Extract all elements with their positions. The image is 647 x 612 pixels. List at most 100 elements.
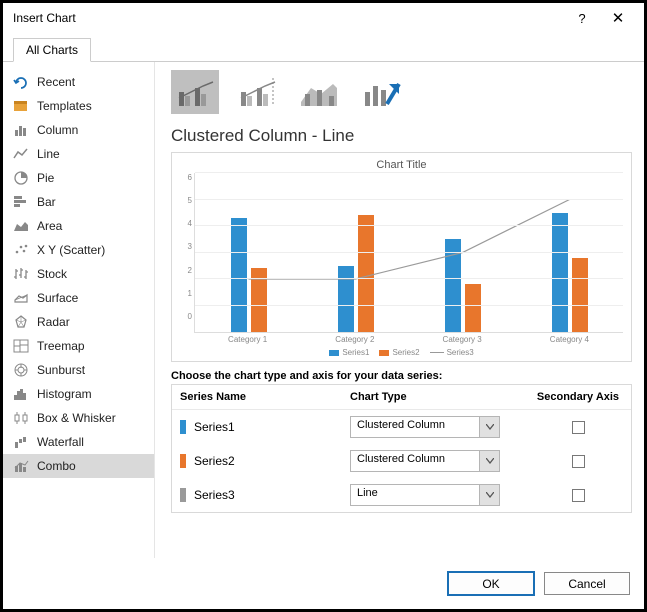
subtype-clustered-column-line-secondary[interactable] bbox=[233, 70, 281, 114]
chevron-down-icon bbox=[479, 485, 499, 505]
area-chart-icon bbox=[13, 218, 29, 234]
legend-label: Series1 bbox=[342, 348, 369, 357]
chevron-down-icon bbox=[479, 417, 499, 437]
sidebar-item-sunburst[interactable]: Sunburst bbox=[3, 358, 154, 382]
chart-title: Chart Title bbox=[180, 159, 623, 171]
series-name-cell: Series1 bbox=[180, 420, 350, 434]
chart-legend: Series1 Series2 Series3 bbox=[180, 348, 623, 357]
cancel-button[interactable]: Cancel bbox=[544, 572, 630, 595]
col-secondary-axis: Secondary Axis bbox=[533, 391, 623, 403]
sidebar-item-label: Treemap bbox=[37, 339, 85, 353]
line-chart-icon bbox=[13, 146, 29, 162]
main-panel: Clustered Column - Line Chart Title 6543… bbox=[155, 62, 644, 558]
sidebar-item-templates[interactable]: Templates bbox=[3, 94, 154, 118]
histogram-chart-icon bbox=[13, 386, 29, 402]
legend-label: Series3 bbox=[447, 348, 474, 357]
col-series-name: Series Name bbox=[180, 391, 350, 403]
sidebar-item-label: Histogram bbox=[37, 387, 92, 401]
dialog-title: Insert Chart bbox=[13, 11, 564, 25]
series-table: Series Name Chart Type Secondary Axis Se… bbox=[171, 384, 632, 513]
sidebar-item-pie[interactable]: Pie bbox=[3, 166, 154, 190]
dialog-footer: OK Cancel bbox=[3, 558, 644, 609]
combo-chart-icon bbox=[13, 458, 29, 474]
stock-chart-icon bbox=[13, 266, 29, 282]
sidebar-item-area[interactable]: Area bbox=[3, 214, 154, 238]
legend-label: Series2 bbox=[392, 348, 419, 357]
chart-plot: 6543210 bbox=[180, 173, 623, 333]
plot-area bbox=[194, 173, 623, 333]
scatter-chart-icon bbox=[13, 242, 29, 258]
tab-row: All Charts bbox=[3, 29, 644, 62]
sidebar-item-label: Column bbox=[37, 123, 78, 137]
y-axis: 6543210 bbox=[180, 173, 192, 333]
chart-type-select[interactable]: Clustered Column bbox=[350, 416, 500, 438]
sidebar-item-label: Line bbox=[37, 147, 60, 161]
chart-type-select[interactable]: Line bbox=[350, 484, 500, 506]
col-chart-type: Chart Type bbox=[350, 391, 533, 403]
series-row: Series3Line bbox=[172, 478, 631, 512]
treemap-chart-icon bbox=[13, 338, 29, 354]
sidebar-item-label: Waterfall bbox=[37, 435, 84, 449]
sidebar-item-label: Box & Whisker bbox=[37, 411, 116, 425]
titlebar: Insert Chart ? ✕ bbox=[3, 3, 644, 29]
sidebar-item-label: Recent bbox=[37, 75, 75, 89]
series-name-cell: Series2 bbox=[180, 454, 350, 468]
chevron-down-icon bbox=[479, 451, 499, 471]
sidebar-item-waterfall[interactable]: Waterfall bbox=[3, 430, 154, 454]
sidebar-item-label: Templates bbox=[37, 99, 92, 113]
sidebar-item-label: X Y (Scatter) bbox=[37, 243, 105, 257]
tab-all-charts[interactable]: All Charts bbox=[13, 38, 91, 62]
sidebar-item-label: Area bbox=[37, 219, 62, 233]
series-row: Series2Clustered Column bbox=[172, 444, 631, 478]
column-chart-icon bbox=[13, 122, 29, 138]
sidebar-item-label: Bar bbox=[37, 195, 56, 209]
sidebar-item-label: Sunburst bbox=[37, 363, 85, 377]
chart-type-select[interactable]: Clustered Column bbox=[350, 450, 500, 472]
sidebar-item-boxwhisker[interactable]: Box & Whisker bbox=[3, 406, 154, 430]
waterfall-chart-icon bbox=[13, 434, 29, 450]
x-axis-labels: Category 1Category 2Category 3Category 4 bbox=[194, 333, 623, 344]
sidebar-item-stock[interactable]: Stock bbox=[3, 262, 154, 286]
pie-chart-icon bbox=[13, 170, 29, 186]
chart-preview[interactable]: Chart Title 6543210 Category 1Category 2… bbox=[171, 152, 632, 362]
insert-chart-dialog: Insert Chart ? ✕ All Charts Recent Templ… bbox=[0, 0, 647, 612]
sidebar-item-radar[interactable]: Radar bbox=[3, 310, 154, 334]
sidebar-item-recent[interactable]: Recent bbox=[3, 70, 154, 94]
sidebar-item-histogram[interactable]: Histogram bbox=[3, 382, 154, 406]
sunburst-chart-icon bbox=[13, 362, 29, 378]
subtype-custom-combo[interactable] bbox=[357, 70, 405, 114]
subtype-clustered-column-line[interactable] bbox=[171, 70, 219, 114]
subtype-stacked-area-column[interactable] bbox=[295, 70, 343, 114]
ok-button[interactable]: OK bbox=[448, 572, 534, 595]
sidebar-item-label: Surface bbox=[37, 291, 78, 305]
sidebar-item-scatter[interactable]: X Y (Scatter) bbox=[3, 238, 154, 262]
series-name-cell: Series3 bbox=[180, 488, 350, 502]
sidebar-item-surface[interactable]: Surface bbox=[3, 286, 154, 310]
radar-chart-icon bbox=[13, 314, 29, 330]
chart-category-sidebar: Recent Templates Column Line Pie Bar bbox=[3, 62, 155, 558]
series-row: Series1Clustered Column bbox=[172, 410, 631, 444]
secondary-axis-checkbox[interactable] bbox=[572, 421, 585, 434]
sidebar-item-combo[interactable]: Combo bbox=[3, 454, 154, 478]
recent-icon bbox=[13, 74, 29, 90]
close-button[interactable]: ✕ bbox=[600, 9, 636, 27]
sidebar-item-line[interactable]: Line bbox=[3, 142, 154, 166]
sidebar-item-label: Stock bbox=[37, 267, 67, 281]
combo-subtype-row bbox=[171, 70, 632, 114]
sidebar-item-column[interactable]: Column bbox=[3, 118, 154, 142]
sidebar-item-treemap[interactable]: Treemap bbox=[3, 334, 154, 358]
series-table-header: Series Name Chart Type Secondary Axis bbox=[172, 385, 631, 410]
secondary-axis-checkbox[interactable] bbox=[572, 489, 585, 502]
surface-chart-icon bbox=[13, 290, 29, 306]
help-button[interactable]: ? bbox=[564, 11, 600, 26]
choose-series-label: Choose the chart type and axis for your … bbox=[171, 370, 632, 382]
box-whisker-chart-icon bbox=[13, 410, 29, 426]
bar-chart-icon bbox=[13, 194, 29, 210]
sidebar-item-bar[interactable]: Bar bbox=[3, 190, 154, 214]
sidebar-item-label: Pie bbox=[37, 171, 54, 185]
sidebar-item-label: Combo bbox=[37, 459, 76, 473]
secondary-axis-checkbox[interactable] bbox=[572, 455, 585, 468]
templates-icon bbox=[13, 98, 29, 114]
sidebar-item-label: Radar bbox=[37, 315, 70, 329]
section-title: Clustered Column - Line bbox=[171, 126, 632, 146]
